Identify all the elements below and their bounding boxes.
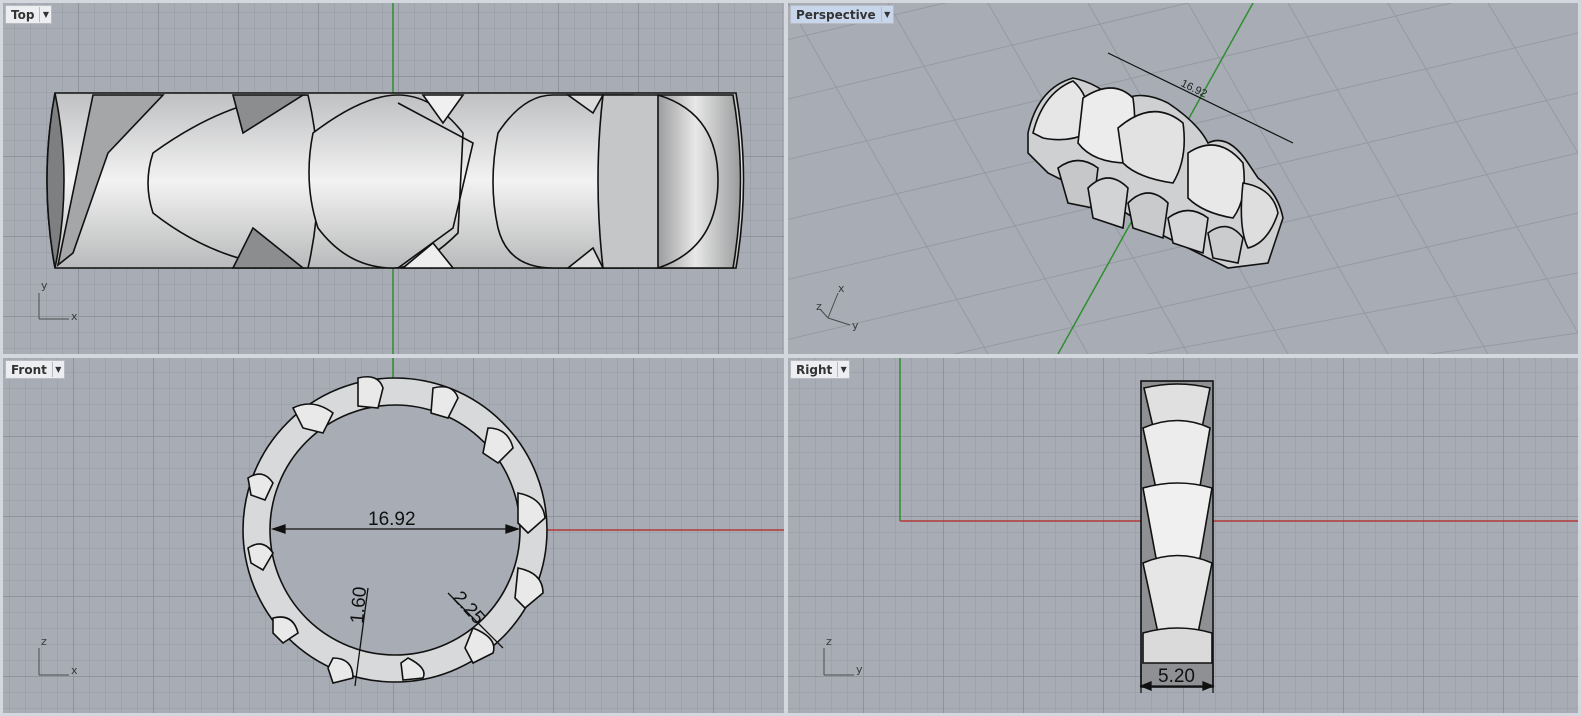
viewport-title-label: Right bbox=[796, 362, 833, 377]
right-view-scene: 5.20 bbox=[823, 358, 1578, 693]
viewport-right[interactable]: 5.20 z y Right ▼ bbox=[788, 358, 1578, 713]
axis-label-y: y bbox=[856, 663, 863, 676]
front-view-scene: 16.92 1.60 2.25 bbox=[38, 358, 784, 687]
ring-top-model bbox=[46, 92, 745, 269]
axis-gizmo bbox=[823, 648, 854, 676]
axis-label-z: z bbox=[816, 300, 822, 313]
triangle-down-icon[interactable]: ▼ bbox=[51, 362, 64, 377]
axis-gizmo bbox=[38, 648, 69, 676]
axis-label-y: x bbox=[838, 282, 845, 295]
axis-gizmo bbox=[38, 293, 69, 320]
ring-perspective-model bbox=[1027, 77, 1284, 269]
axis-label-x: y bbox=[852, 319, 859, 332]
axis-label-z: z bbox=[41, 635, 47, 648]
dimension-label-thickness: 1.60 bbox=[347, 586, 371, 625]
viewport-title-label: Front bbox=[11, 362, 47, 377]
axis-gizmo bbox=[819, 292, 851, 326]
axis-label-y: y bbox=[41, 279, 48, 292]
viewport-title-front[interactable]: Front ▼ bbox=[5, 360, 65, 379]
dimension-label-diameter: 16.92 bbox=[368, 509, 416, 530]
viewport-perspective[interactable]: 16.92 x y z Perspective ▼ bbox=[788, 3, 1578, 354]
triangle-down-icon[interactable]: ▼ bbox=[39, 7, 51, 22]
ring-right-model bbox=[1140, 380, 1214, 688]
viewport-top[interactable]: y x Top ▼ bbox=[3, 3, 784, 354]
viewport-front[interactable]: 16.92 1.60 2.25 z x Front ▼ bbox=[3, 358, 784, 713]
perspective-view-scene bbox=[788, 3, 1578, 354]
dimension-label-width: 5.20 bbox=[1158, 666, 1195, 687]
triangle-down-icon[interactable]: ▼ bbox=[880, 7, 893, 22]
axis-label-x: x bbox=[71, 310, 78, 323]
axis-label-z: z bbox=[826, 635, 832, 648]
viewport-title-label: Perspective bbox=[796, 7, 876, 22]
axis-label-x: x bbox=[71, 664, 78, 677]
viewport-title-label: Top bbox=[11, 7, 35, 22]
top-view-scene bbox=[38, 3, 745, 354]
viewport-title-perspective[interactable]: Perspective ▼ bbox=[790, 5, 894, 24]
triangle-down-icon[interactable]: ▼ bbox=[837, 362, 849, 377]
viewport-title-top[interactable]: Top ▼ bbox=[5, 5, 53, 24]
viewport-title-right[interactable]: Right ▼ bbox=[790, 360, 851, 379]
